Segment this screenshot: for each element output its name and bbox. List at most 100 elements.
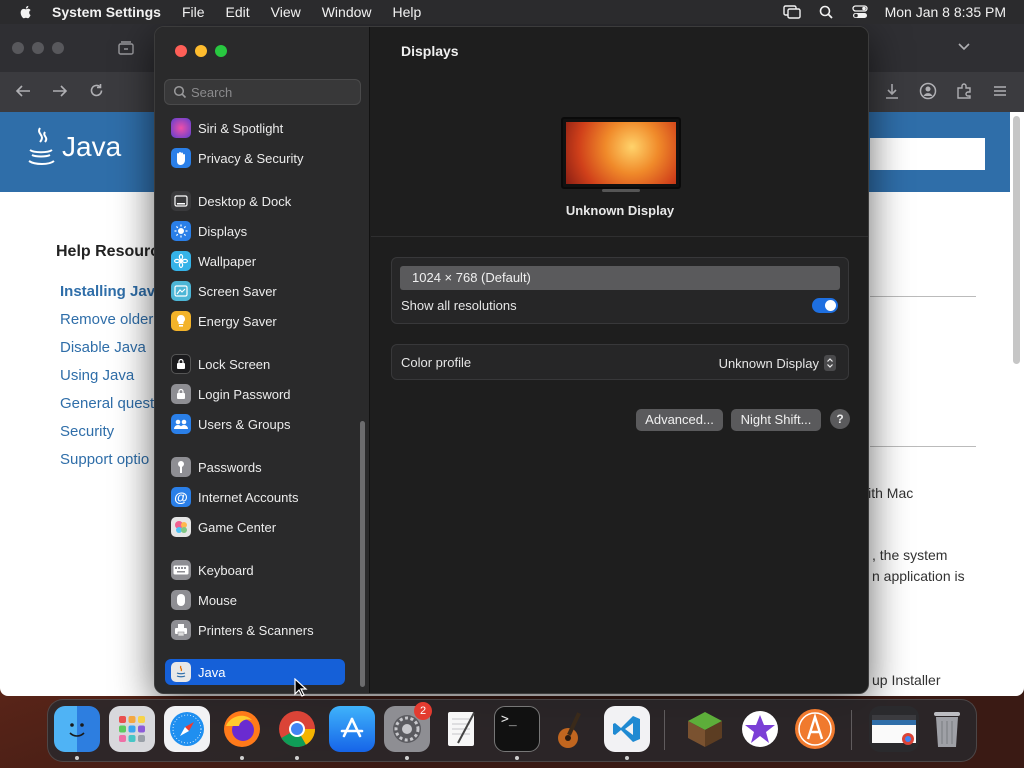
at-icon: @ <box>171 487 191 507</box>
java-logo-text: Java <box>62 131 122 162</box>
dock-terminal-icon[interactable]: >_ <box>494 706 540 752</box>
menu-clock[interactable]: Mon Jan 8 8:35 PM <box>885 4 1006 20</box>
link-installing-java[interactable]: Installing Java <box>60 282 163 310</box>
spotlight-search-icon[interactable] <box>817 5 835 19</box>
system-settings-window: Search Siri & Spotlight Privacy & Securi… <box>154 26 869 694</box>
body-text: n application is <box>872 568 965 584</box>
dock-safari-icon[interactable] <box>164 706 210 752</box>
advanced-button[interactable]: Advanced... <box>636 409 723 431</box>
java-cup-icon <box>28 127 55 165</box>
window-close-button[interactable] <box>175 45 187 57</box>
sidebar-item-displays[interactable]: Displays <box>171 218 247 244</box>
sidebar-item-keyboard[interactable]: Keyboard <box>171 557 254 583</box>
sun-icon <box>171 221 191 241</box>
sidebar-item-desktop-dock[interactable]: Desktop & Dock <box>171 188 291 214</box>
screen-mirroring-icon[interactable] <box>782 5 801 19</box>
flower-icon <box>171 251 191 271</box>
dock-system-settings-icon[interactable]: 2 <box>384 702 432 752</box>
color-profile-label: Color profile <box>401 355 472 370</box>
running-indicator <box>405 756 409 760</box>
menu-edit[interactable]: Edit <box>226 4 250 20</box>
browser-minimize-dot[interactable] <box>32 42 44 54</box>
sidebar-item-lock-screen[interactable]: Lock Screen <box>171 351 270 377</box>
dock-arc-icon[interactable] <box>792 706 838 752</box>
color-profile-popup[interactable]: Unknown Display <box>719 355 836 371</box>
sidebar-item-energy-saver[interactable]: Energy Saver <box>171 308 277 334</box>
menu-view[interactable]: View <box>271 4 301 20</box>
toggle-knob <box>825 300 836 311</box>
control-center-icon[interactable] <box>851 5 869 19</box>
menu-file[interactable]: File <box>182 4 205 20</box>
show-all-resolutions-label: Show all resolutions <box>401 298 517 313</box>
sidebar-item-internet-accounts[interactable]: @ Internet Accounts <box>171 484 298 510</box>
link-security[interactable]: Security <box>60 422 163 450</box>
sidebar-item-screen-saver[interactable]: Screen Saver <box>171 278 277 304</box>
sidebar-item-game-center[interactable]: Game Center <box>171 514 276 540</box>
link-support-options[interactable]: Support optio <box>60 450 163 478</box>
download-icon[interactable] <box>883 82 901 100</box>
dock-chrome-icon[interactable] <box>274 706 320 752</box>
java-logo[interactable]: Java <box>26 124 121 170</box>
printer-icon <box>171 620 191 640</box>
settings-search-input[interactable]: Search <box>164 79 361 105</box>
dock-launchpad-icon[interactable] <box>109 706 155 752</box>
link-general-questions[interactable]: General quest <box>60 394 163 422</box>
browser-zoom-dot[interactable] <box>52 42 64 54</box>
menu-help[interactable]: Help <box>393 4 422 20</box>
dock-firefox-icon[interactable] <box>219 706 265 752</box>
sidebar-item-java[interactable]: Java <box>165 659 345 685</box>
sidebar-scrollbar[interactable] <box>360 421 365 687</box>
sidebar-item-login-password[interactable]: Login Password <box>171 381 291 407</box>
night-shift-button[interactable]: Night Shift... <box>731 409 821 431</box>
content-divider <box>870 296 976 297</box>
display-thumbnail[interactable] <box>561 117 681 189</box>
link-disable-java[interactable]: Disable Java <box>60 338 163 366</box>
padlock-icon <box>171 384 191 404</box>
sidebar-item-mouse[interactable]: Mouse <box>171 587 237 613</box>
chevron-down-icon[interactable] <box>957 42 971 52</box>
window-minimize-button[interactable] <box>195 45 207 57</box>
dock-minimized-window-chrome[interactable] <box>869 706 919 752</box>
sidebar-item-wallpaper[interactable]: Wallpaper <box>171 248 256 274</box>
link-using-java[interactable]: Using Java <box>60 366 163 394</box>
dock-vscode-icon[interactable] <box>604 706 650 752</box>
sidebar-item-passwords[interactable]: Passwords <box>171 454 262 480</box>
running-indicator <box>295 756 299 760</box>
running-indicator <box>515 756 519 760</box>
dock-trash-icon[interactable] <box>924 706 970 752</box>
browser-scrollbar[interactable] <box>1013 116 1020 364</box>
extensions-icon[interactable] <box>955 82 973 100</box>
running-indicator <box>625 756 629 760</box>
resolution-option-selected[interactable]: 1024 × 768 (Default) <box>400 266 840 290</box>
sidebar-item-privacy-security[interactable]: Privacy & Security <box>171 145 303 171</box>
link-remove-older[interactable]: Remove older <box>60 310 163 338</box>
apple-icon[interactable] <box>18 4 34 20</box>
forward-arrow-icon[interactable] <box>52 84 68 98</box>
sidebar-item-users-groups[interactable]: Users & Groups <box>171 411 290 437</box>
browser-close-dot[interactable] <box>12 42 24 54</box>
help-button[interactable]: ? <box>830 409 850 429</box>
java-site-search-box[interactable] <box>870 138 985 170</box>
dock-garageband-icon[interactable] <box>549 706 595 752</box>
search-placeholder: Search <box>191 84 233 100</box>
dock-minecraft-icon[interactable] <box>682 706 728 752</box>
tab-overview-icon[interactable] <box>118 41 134 55</box>
displays-pane: Displays Unknown Display 1024 × 768 (Def… <box>371 27 868 693</box>
menu-app-name[interactable]: System Settings <box>52 4 161 20</box>
menu-window[interactable]: Window <box>322 4 372 20</box>
section-divider <box>371 236 868 237</box>
back-arrow-icon[interactable] <box>15 84 31 98</box>
dock-textedit-icon[interactable] <box>439 706 485 752</box>
dock-imovie-icon[interactable] <box>737 706 783 752</box>
hamburger-menu-icon[interactable] <box>991 82 1009 100</box>
dock-finder-icon[interactable] <box>54 706 100 752</box>
reload-icon[interactable] <box>89 83 104 98</box>
account-icon[interactable] <box>919 82 937 100</box>
sidebar-item-printers-scanners[interactable]: Printers & Scanners <box>171 617 314 643</box>
window-zoom-button[interactable] <box>215 45 227 57</box>
show-all-resolutions-toggle[interactable] <box>812 298 838 313</box>
content-divider <box>870 446 976 447</box>
body-text: up Installer <box>872 672 941 688</box>
dock-app-store-icon[interactable] <box>329 706 375 752</box>
sidebar-item-siri-spotlight[interactable]: Siri & Spotlight <box>171 115 283 141</box>
